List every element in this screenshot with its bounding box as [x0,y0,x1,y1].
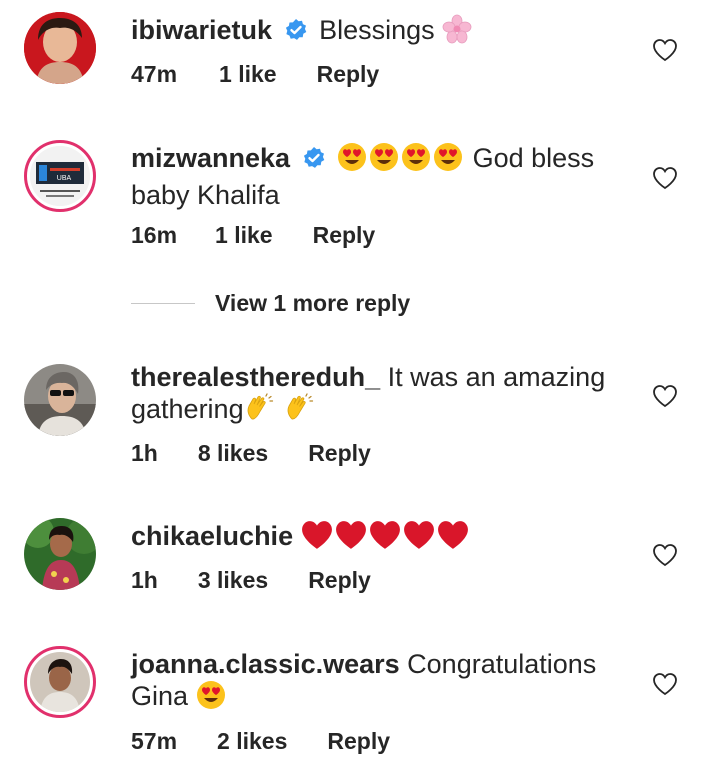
comment-body: joanna.classic.wears Congratulations Gin… [131,648,621,717]
avatar[interactable] [24,518,96,590]
red-heart-icon [301,520,333,550]
comment-text: Blessings [319,15,435,45]
likes-count[interactable]: 2 likes [217,728,287,755]
avatar[interactable] [24,364,96,436]
divider-line [131,303,195,304]
avatar-image [30,652,90,712]
comment-text: God bless [472,143,595,173]
comment-meta: 1h 8 likes Reply [131,440,409,467]
username[interactable]: joanna.classic.wears [131,649,400,679]
comment-text: Congratulations [407,649,597,679]
heart-eyes-icon [369,142,399,172]
bank-logo-icon: UBA [30,146,90,206]
timestamp: 1h [131,440,158,466]
username[interactable]: therealesthereduh_ [131,362,380,392]
avatar-photo-icon [24,12,96,84]
username[interactable]: ibiwarietuk [131,15,272,45]
emoji-group [337,142,465,179]
avatar[interactable]: UBA [24,140,96,212]
emoji-group [442,14,474,51]
timestamp: 1h [131,567,158,593]
avatar[interactable] [24,646,96,718]
heart-eyes-icon [337,142,367,172]
comment-body: mizwanneka God bless baby Khalifa [131,142,621,211]
avatar[interactable] [24,12,96,84]
likes-count[interactable]: 8 likes [198,440,268,467]
reply-button[interactable]: Reply [308,440,371,467]
view-more-label: View 1 more reply [215,290,411,316]
comment-text-line2: baby Khalifa [131,180,280,210]
like-heart-icon[interactable] [652,543,678,567]
comment-meta: 57m 2 likes Reply [131,728,428,755]
comment-text-line2: gathering [131,394,244,424]
like-heart-icon[interactable] [652,672,678,696]
avatar-image: UBA [30,146,90,206]
emoji-group [301,520,471,557]
avatar-logo-text: UBA [57,175,72,182]
cherry-blossom-icon [442,14,472,44]
comment-meta: 47m 1 like Reply [131,61,417,88]
emoji-group [196,680,228,717]
comment-body: therealesthereduh_ It was an amazing gat… [131,361,621,430]
timestamp: 57m [131,728,178,754]
timestamp: 16m [131,222,178,248]
likes-count[interactable]: 1 like [215,222,273,249]
timestamp: 47m [131,61,178,87]
heart-eyes-icon [196,680,226,710]
like-heart-icon[interactable] [652,166,678,190]
verified-badge-icon [284,18,308,42]
reply-button[interactable]: Reply [308,567,371,594]
red-heart-icon [335,520,367,550]
comment-meta: 16m 1 like Reply [131,222,413,249]
avatar-photo-icon [30,652,90,712]
comment-text: It was an amazing [387,362,606,392]
red-heart-icon [437,520,469,550]
comment-body: chikaeluchie [131,520,621,557]
red-heart-icon [403,520,435,550]
likes-count[interactable]: 1 like [219,61,277,88]
username[interactable]: chikaeluchie [131,521,293,551]
like-heart-icon[interactable] [652,38,678,62]
view-more-replies-button[interactable]: View 1 more reply [131,290,410,317]
heart-eyes-icon [401,142,431,172]
red-heart-icon [369,520,401,550]
like-heart-icon[interactable] [652,384,678,408]
reply-button[interactable]: Reply [327,728,390,755]
reply-button[interactable]: Reply [317,61,380,88]
likes-count[interactable]: 3 likes [198,567,268,594]
heart-eyes-icon [433,142,463,172]
comment-meta: 1h 3 likes Reply [131,567,409,594]
comment-text-line2: Gina [131,681,189,711]
verified-badge-icon [302,146,326,170]
reply-button[interactable]: Reply [313,222,376,249]
clapping-hands-icon [284,393,314,423]
comment-body: ibiwarietuk Blessings [131,14,621,51]
username[interactable]: mizwanneka [131,143,290,173]
emoji-group [244,393,316,430]
avatar-photo-icon [24,518,96,590]
clapping-hands-icon [244,393,274,423]
avatar-photo-icon [24,364,96,436]
